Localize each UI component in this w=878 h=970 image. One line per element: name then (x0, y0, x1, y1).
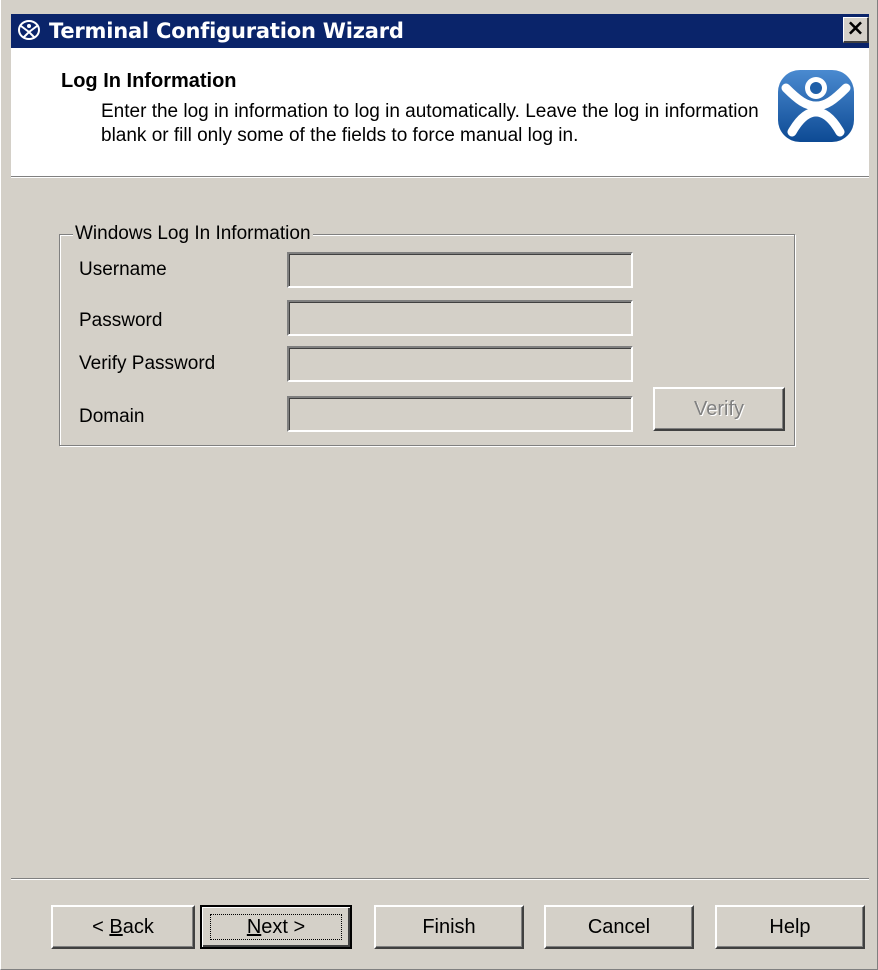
verify-password-field[interactable] (287, 346, 633, 382)
help-button-label: Help (769, 915, 811, 938)
password-label: Password (79, 310, 163, 331)
back-button[interactable]: < Back (51, 905, 195, 949)
finish-button[interactable]: Finish (374, 905, 524, 949)
groupbox-legend: Windows Log In Information (73, 222, 313, 246)
verify-button[interactable]: Verify (653, 387, 785, 431)
back-button-rest: ack (122, 915, 154, 938)
page-title: Log In Information (61, 70, 237, 92)
wizard-header: Log In Information Enter the log in info… (11, 48, 869, 176)
back-button-mnemonic: B (109, 915, 123, 938)
title-bar[interactable]: Terminal Configuration Wizard × (11, 14, 869, 48)
password-field[interactable] (287, 300, 633, 336)
app-logo-icon (17, 18, 41, 42)
close-button[interactable]: × (843, 17, 869, 43)
back-button-prefix: < (92, 915, 110, 938)
footer-divider-highlight (11, 879, 869, 880)
username-label: Username (79, 259, 167, 280)
page-description: Enter the log in information to log in a… (101, 101, 759, 146)
username-input[interactable] (289, 254, 631, 286)
finish-button-label: Finish (422, 915, 476, 938)
domain-input[interactable] (289, 398, 631, 430)
wizard-window: Terminal Configuration Wizard × Log In I… (0, 0, 878, 970)
verify-button-label: Verify (693, 397, 745, 420)
focus-ring (210, 914, 342, 940)
header-divider-highlight (11, 177, 869, 178)
thinmanager-logo-icon (778, 70, 854, 142)
verify-password-input[interactable] (289, 348, 631, 380)
next-button[interactable]: Next > (200, 905, 352, 949)
window-title: Terminal Configuration Wizard (49, 19, 404, 43)
help-button[interactable]: Help (715, 905, 865, 949)
cancel-button-label: Cancel (587, 915, 651, 938)
verify-password-label: Verify Password (79, 353, 216, 374)
domain-label: Domain (79, 406, 145, 427)
cancel-button[interactable]: Cancel (544, 905, 694, 949)
password-input[interactable] (289, 302, 631, 334)
close-icon: × (846, 16, 865, 41)
username-field[interactable] (287, 252, 633, 288)
domain-field[interactable] (287, 396, 633, 432)
